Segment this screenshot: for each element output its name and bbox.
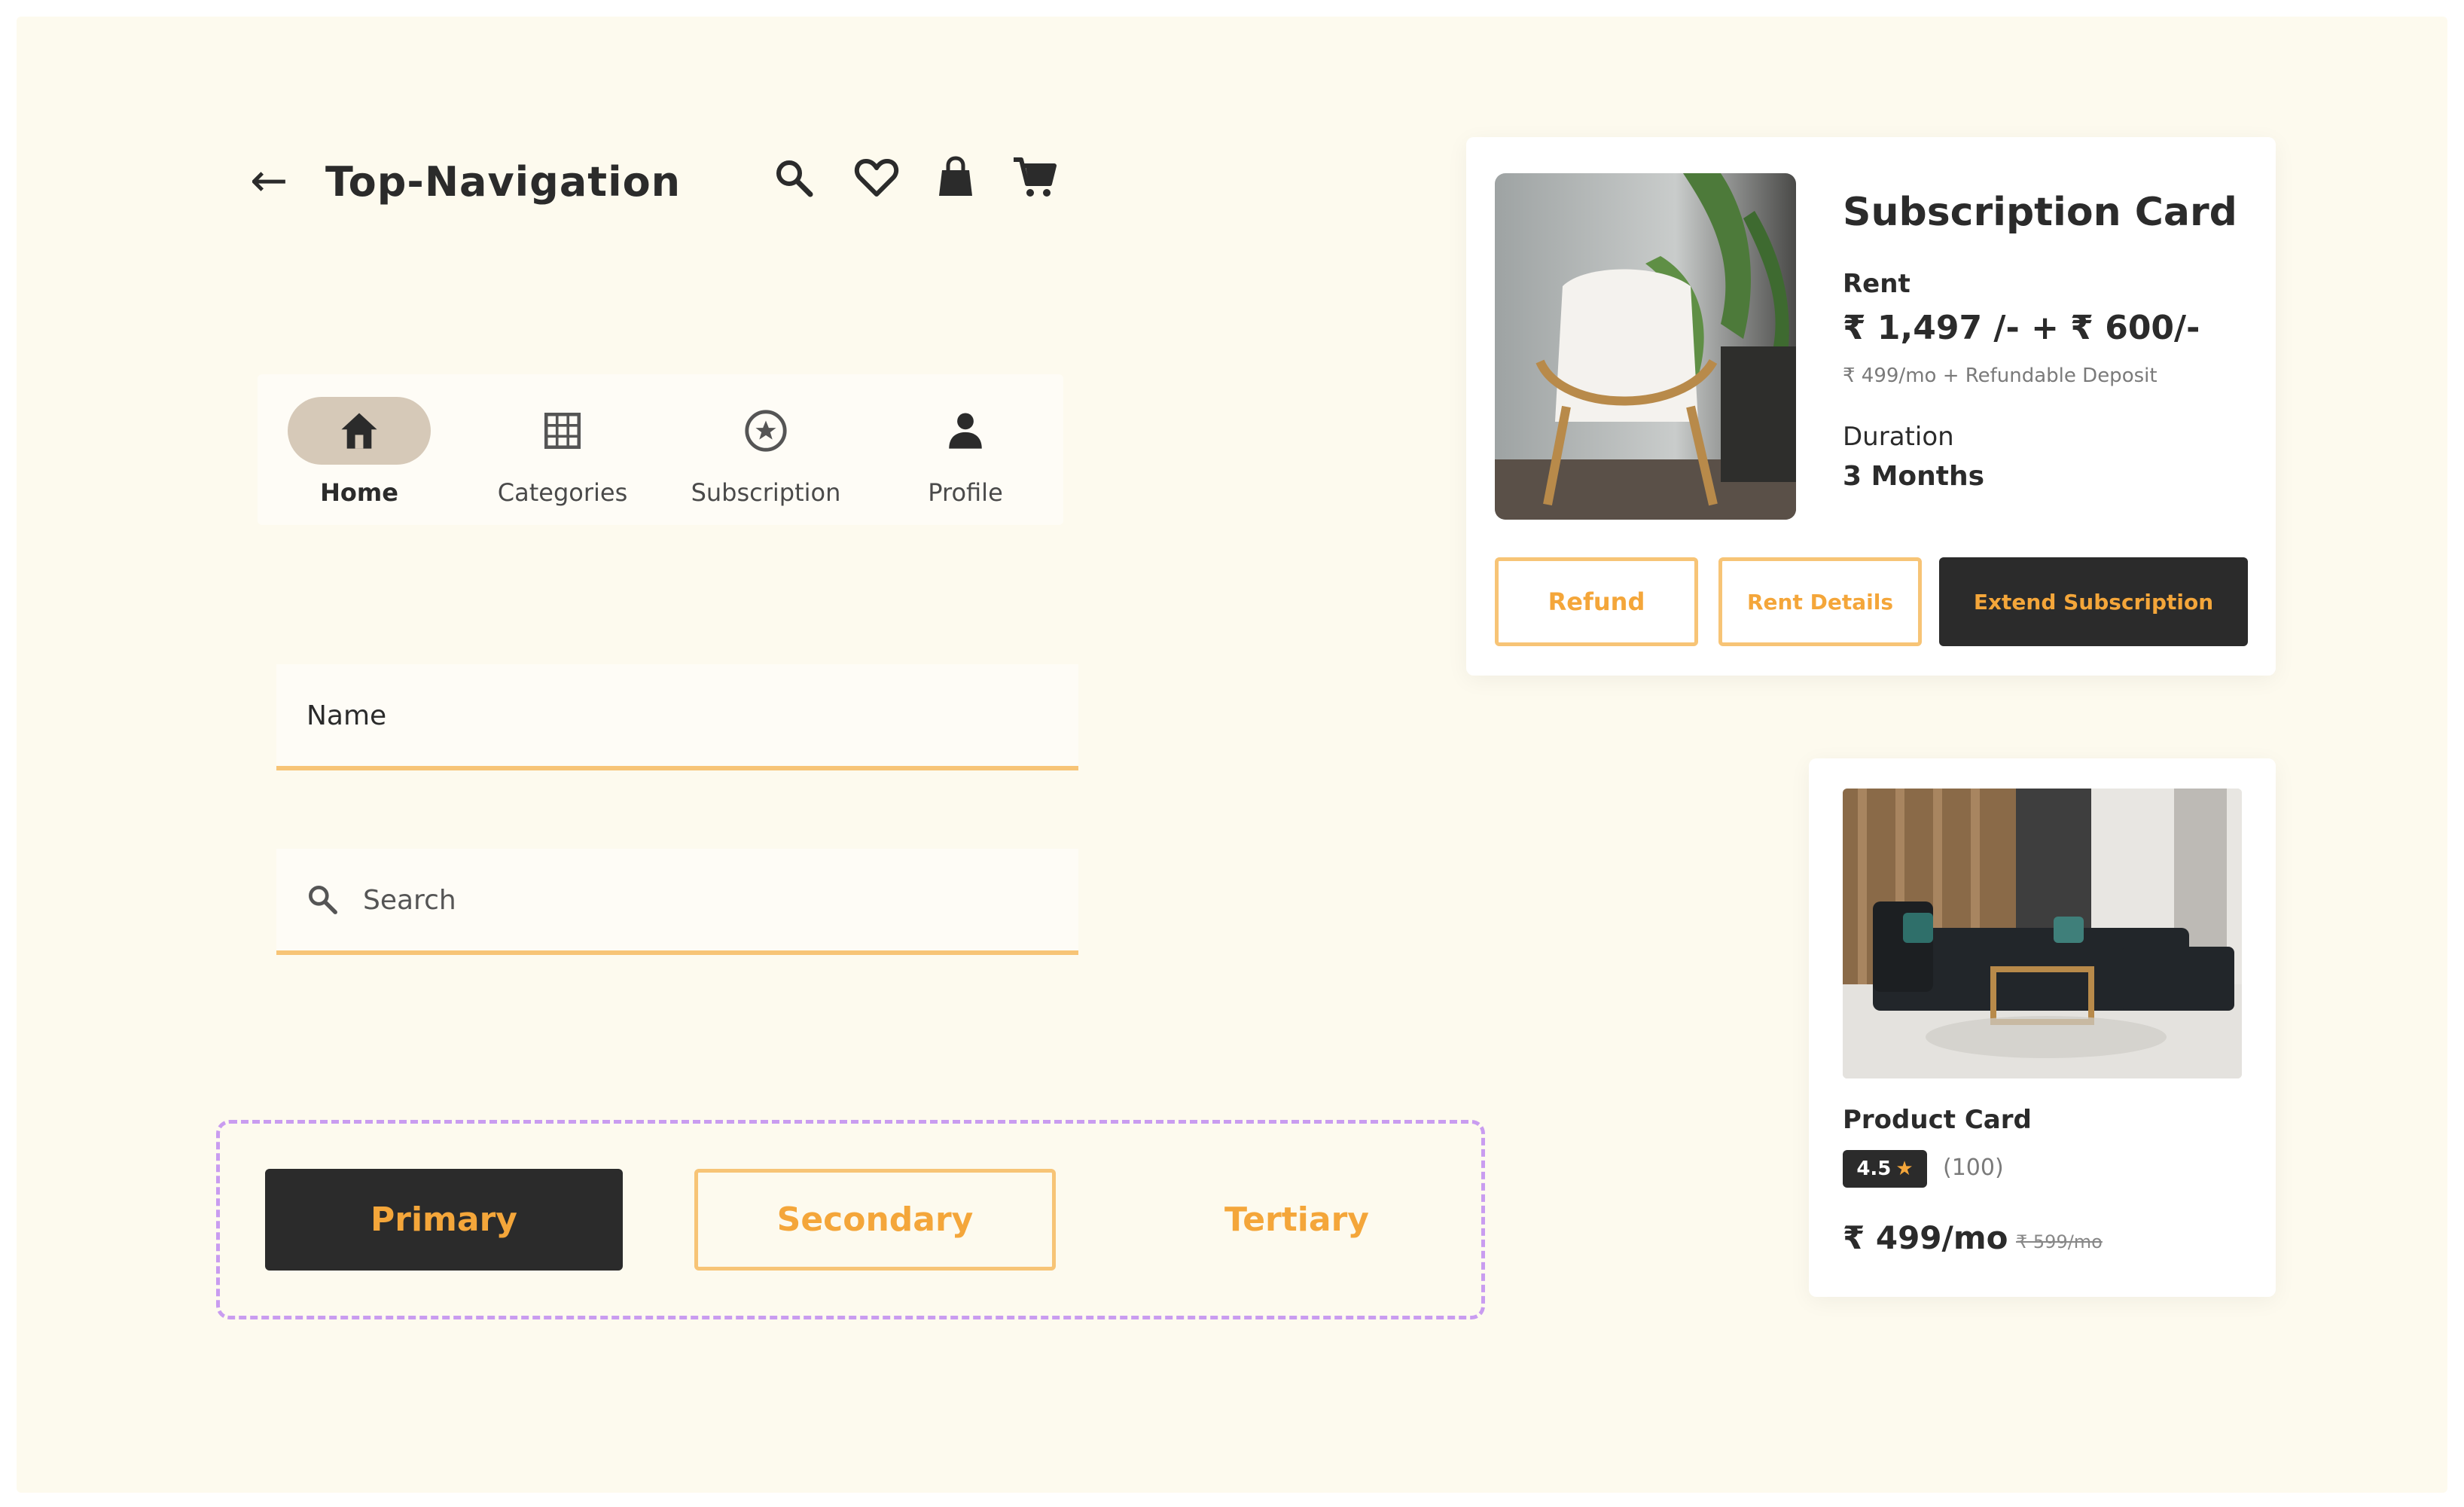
heart-icon[interactable] (852, 154, 901, 202)
rent-label: Rent (1843, 269, 1911, 299)
person-icon (949, 413, 982, 449)
search-icon (309, 886, 337, 914)
rating-badge: 4.5 ★ (1843, 1150, 1927, 1188)
cart-icon[interactable] (1011, 154, 1059, 202)
bottom-navigation: Home Categories Subscription Profile (258, 374, 1063, 525)
home-icon (341, 413, 377, 449)
bottom-nav-label: Subscription (691, 478, 841, 507)
button-variants-frame: Primary Secondary Tertiary (216, 1120, 1485, 1319)
product-card[interactable]: Product Card 4.5 ★ (100) ₹ 499/mo ₹ 599/… (1809, 758, 2276, 1297)
subscription-icon (745, 410, 787, 452)
product-old-price: ₹ 599/mo (2016, 1231, 2103, 1252)
rent-price-note: ₹ 499/mo + Refundable Deposit (1843, 365, 2158, 387)
duration-label: Duration (1843, 422, 1954, 452)
rent-price: ₹ 1,497 /- + ₹ 600/- (1843, 309, 2200, 347)
bottom-nav-label: Profile (928, 478, 1003, 507)
subscription-product-image (1495, 173, 1796, 520)
tertiary-button[interactable]: Tertiary (1154, 1169, 1440, 1271)
active-indicator (288, 397, 431, 465)
canvas: ← Top-Navigation Home Categories Subscri… (17, 17, 2447, 1493)
rating-value: 4.5 (1856, 1158, 1892, 1180)
duration-value: 3 Months (1843, 461, 1985, 492)
search-field[interactable]: Search (276, 849, 1078, 955)
bag-icon[interactable] (932, 154, 980, 202)
star-icon: ★ (1895, 1158, 1914, 1180)
bottom-nav-categories[interactable]: Categories (465, 397, 660, 510)
review-count: (100) (1943, 1155, 2004, 1181)
subscription-card: Subscription Card Rent ₹ 1,497 /- + ₹ 60… (1466, 137, 2276, 676)
top-navigation-title: Top-Navigation (325, 158, 682, 206)
search-field-placeholder: Search (363, 885, 456, 916)
grid-icon (544, 412, 581, 450)
refund-button[interactable]: Refund (1495, 557, 1698, 646)
name-field[interactable]: Name (276, 664, 1078, 770)
subscription-card-title: Subscription Card (1843, 190, 2237, 235)
secondary-button[interactable]: Secondary (694, 1169, 1056, 1271)
bottom-nav-home[interactable]: Home (261, 397, 457, 510)
name-field-placeholder: Name (306, 700, 387, 731)
top-navigation: ← Top-Navigation (235, 145, 1078, 212)
primary-button[interactable]: Primary (265, 1169, 623, 1271)
bottom-nav-label: Home (320, 478, 398, 507)
product-name: Product Card (1843, 1105, 2032, 1135)
back-arrow-icon[interactable]: ← (250, 158, 288, 203)
product-price: ₹ 499/mo (1843, 1219, 2008, 1256)
extend-subscription-button[interactable]: Extend Subscription (1939, 557, 2248, 646)
bottom-nav-profile[interactable]: Profile (868, 397, 1063, 510)
product-image (1843, 789, 2242, 1078)
search-icon[interactable] (770, 154, 818, 202)
rent-details-button[interactable]: Rent Details (1718, 557, 1922, 646)
bottom-nav-label: Categories (497, 478, 628, 507)
bottom-nav-subscription[interactable]: Subscription (668, 397, 864, 510)
